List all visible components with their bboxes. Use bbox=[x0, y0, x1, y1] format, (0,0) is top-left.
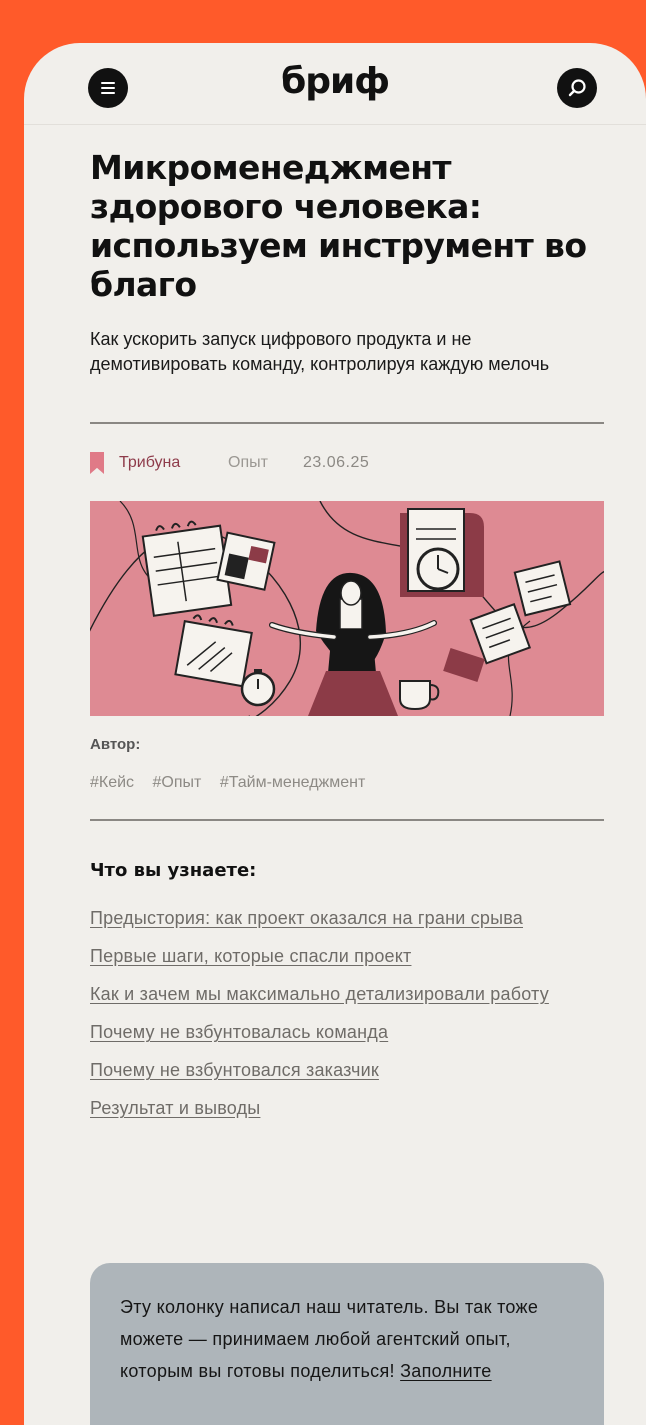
toc-item: Почему не взбунтовался заказчик bbox=[90, 1057, 590, 1084]
toc-link[interactable]: Первые шаги, которые спасли проект bbox=[90, 946, 411, 966]
toc-item: Почему не взбунтовалась команда bbox=[90, 1019, 590, 1046]
toc-item: Первые шаги, которые спасли проект bbox=[90, 943, 590, 970]
toc-link[interactable]: Почему не взбунтовался заказчик bbox=[90, 1060, 379, 1080]
table-of-contents: Предыстория: как проект оказался на гран… bbox=[90, 905, 590, 1133]
tag-list: #Кейс #Опыт #Тайм-менеджмент bbox=[90, 774, 379, 792]
tag-link[interactable]: #Кейс bbox=[90, 774, 134, 791]
phone-screen: бриф Микроменеджмент здорового человека:… bbox=[24, 43, 646, 1425]
toc-link[interactable]: Почему не взбунтовалась команда bbox=[90, 1022, 388, 1042]
callout-form-link[interactable]: Заполните bbox=[400, 1361, 492, 1381]
toc-link[interactable]: Как и зачем мы максимально детализировал… bbox=[90, 984, 549, 1004]
search-button[interactable] bbox=[557, 68, 597, 108]
reader-column-callout: Эту колонку написал наш читатель. Вы так… bbox=[90, 1263, 604, 1425]
top-bar: бриф bbox=[24, 43, 646, 125]
divider bbox=[90, 422, 604, 424]
toc-item: Предыстория: как проект оказался на гран… bbox=[90, 905, 590, 932]
rubric-link[interactable]: Трибуна bbox=[119, 454, 180, 472]
site-logo[interactable]: бриф bbox=[24, 61, 646, 102]
article-lead: Как ускорить запуск цифрового продукта и… bbox=[90, 329, 550, 374]
tag-link[interactable]: #Тайм-менеджмент bbox=[220, 774, 366, 791]
search-icon bbox=[568, 79, 586, 97]
toc-title: Что вы узнаете: bbox=[90, 860, 257, 881]
callout-text: Эту колонку написал наш читатель. Вы так… bbox=[120, 1291, 580, 1387]
hero-illustration bbox=[90, 501, 604, 716]
tag-link[interactable]: #Опыт bbox=[153, 774, 202, 791]
toc-item: Как и зачем мы максимально детализировал… bbox=[90, 981, 590, 1008]
divider bbox=[90, 819, 604, 821]
toc-item: Результат и выводы bbox=[90, 1095, 590, 1122]
bookmark-icon bbox=[90, 452, 104, 474]
article-title: Микроменеджмент здорового человека: испо… bbox=[90, 148, 587, 304]
article-type[interactable]: Опыт bbox=[228, 454, 268, 472]
author-label: Автор: bbox=[90, 736, 141, 753]
toc-link[interactable]: Результат и выводы bbox=[90, 1098, 260, 1118]
toc-link[interactable]: Предыстория: как проект оказался на гран… bbox=[90, 908, 523, 928]
article-date: 23.06.25 bbox=[303, 454, 370, 471]
